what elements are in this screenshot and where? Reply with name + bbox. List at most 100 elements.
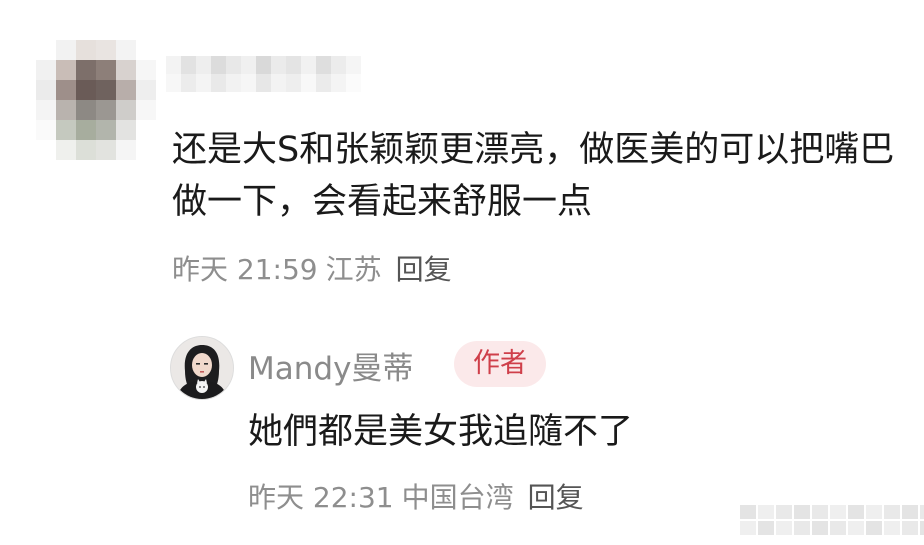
mosaic-block: [271, 74, 286, 92]
mosaic-block: [136, 80, 156, 100]
watermark-block: [794, 521, 810, 535]
mosaic-block: [166, 74, 181, 92]
watermark-block: [884, 505, 900, 519]
mosaic-block: [116, 40, 136, 60]
mosaic-block: [56, 140, 76, 160]
mosaic-block: [301, 74, 316, 92]
watermark-block: [758, 505, 774, 519]
mosaic-block: [136, 100, 156, 120]
mosaic-block: [331, 56, 346, 74]
mosaic-block: [56, 120, 76, 140]
mosaic-block: [316, 56, 331, 74]
watermark-block: [812, 505, 828, 519]
watermark-block: [884, 521, 900, 535]
watermark-block: [740, 521, 756, 535]
user-avatar-icon[interactable]: [170, 336, 234, 400]
mosaic-block: [36, 100, 56, 120]
comment-thread: 还是大S和张颖颖更漂亮，做医美的可以把嘴巴做一下，会看起来舒服一点 昨天 21:…: [0, 0, 924, 545]
mosaic-block: [241, 56, 256, 74]
mosaic-block: [196, 74, 211, 92]
mosaic-block: [36, 140, 56, 160]
mosaic-block: [166, 56, 181, 74]
mosaic-block: [76, 100, 96, 120]
mosaic-block: [96, 120, 116, 140]
mosaic-block: [331, 74, 346, 92]
mosaic-block: [96, 140, 116, 160]
mosaic-block: [346, 56, 361, 74]
mosaic-block: [76, 80, 96, 100]
mosaic-block: [76, 40, 96, 60]
mosaic-block: [76, 60, 96, 80]
mosaic-block: [116, 80, 136, 100]
mosaic-block: [226, 74, 241, 92]
pixelated-avatar-icon[interactable]: [36, 40, 156, 160]
watermark-block: [812, 521, 828, 535]
obscured-username[interactable]: [166, 56, 376, 92]
comment-reply-button[interactable]: 回复: [396, 253, 452, 286]
mosaic-block: [36, 120, 56, 140]
mosaic-block: [196, 56, 211, 74]
comment-meta: 昨天 21:59 江苏 回复: [172, 248, 452, 288]
mosaic-block: [36, 60, 56, 80]
mosaic-block: [76, 120, 96, 140]
mosaic-block: [286, 74, 301, 92]
watermark-block: [848, 521, 864, 535]
mosaic-block: [96, 60, 116, 80]
mosaic-block: [226, 56, 241, 74]
mosaic-block: [361, 56, 376, 74]
mosaic-block: [96, 80, 116, 100]
watermark-block: [740, 505, 756, 519]
comment-time: 昨天 21:59: [172, 253, 318, 286]
watermark-block: [758, 521, 774, 535]
mosaic-block: [136, 140, 156, 160]
reply-meta: 昨天 22:31 中国台湾 回复: [248, 476, 584, 516]
mosaic-block: [116, 100, 136, 120]
mosaic-block: [56, 40, 76, 60]
mosaic-block: [211, 74, 226, 92]
mosaic-block: [136, 120, 156, 140]
reply-text: 她們都是美女我追隨不了: [248, 412, 634, 452]
watermark-block: [902, 505, 918, 519]
mosaic-block: [96, 100, 116, 120]
watermark-block: [830, 521, 846, 535]
user-avatar-icon-graphic: [171, 337, 233, 399]
mosaic-block: [136, 60, 156, 80]
comment-location: 江苏: [325, 253, 382, 286]
watermark-block: [920, 521, 924, 535]
reply-time: 昨天 22:31: [248, 481, 394, 514]
mosaic-block: [361, 74, 376, 92]
mosaic-block: [56, 80, 76, 100]
watermark-block: [902, 521, 918, 535]
mosaic-block: [96, 40, 116, 60]
mosaic-block: [36, 80, 56, 100]
mosaic-block: [346, 74, 361, 92]
watermark-block: [776, 521, 792, 535]
watermark-block: [776, 505, 792, 519]
watermark-block: [920, 505, 924, 519]
mosaic-block: [116, 140, 136, 160]
watermark-block: [866, 505, 882, 519]
watermark-block: [848, 505, 864, 519]
mosaic-block: [116, 120, 136, 140]
obscured-watermark: [740, 505, 924, 545]
mosaic-block: [181, 74, 196, 92]
reply-reply-button[interactable]: 回复: [528, 481, 584, 514]
author-badge: 作者: [454, 341, 546, 387]
author-name[interactable]: Mandy曼蒂: [248, 343, 413, 388]
watermark-block: [830, 505, 846, 519]
mosaic-block: [316, 74, 331, 92]
mosaic-block: [76, 140, 96, 160]
watermark-block: [866, 521, 882, 535]
mosaic-block: [136, 40, 156, 60]
mosaic-block: [56, 60, 76, 80]
mosaic-block: [181, 56, 196, 74]
mosaic-block: [256, 56, 271, 74]
comment-text: 还是大S和张颖颖更漂亮，做医美的可以把嘴巴做一下，会看起来舒服一点: [172, 130, 895, 222]
watermark-block: [794, 505, 810, 519]
mosaic-block: [301, 56, 316, 74]
mosaic-block: [286, 56, 301, 74]
mosaic-block: [211, 56, 226, 74]
mosaic-block: [256, 74, 271, 92]
mosaic-block: [56, 100, 76, 120]
mosaic-block: [271, 56, 286, 74]
